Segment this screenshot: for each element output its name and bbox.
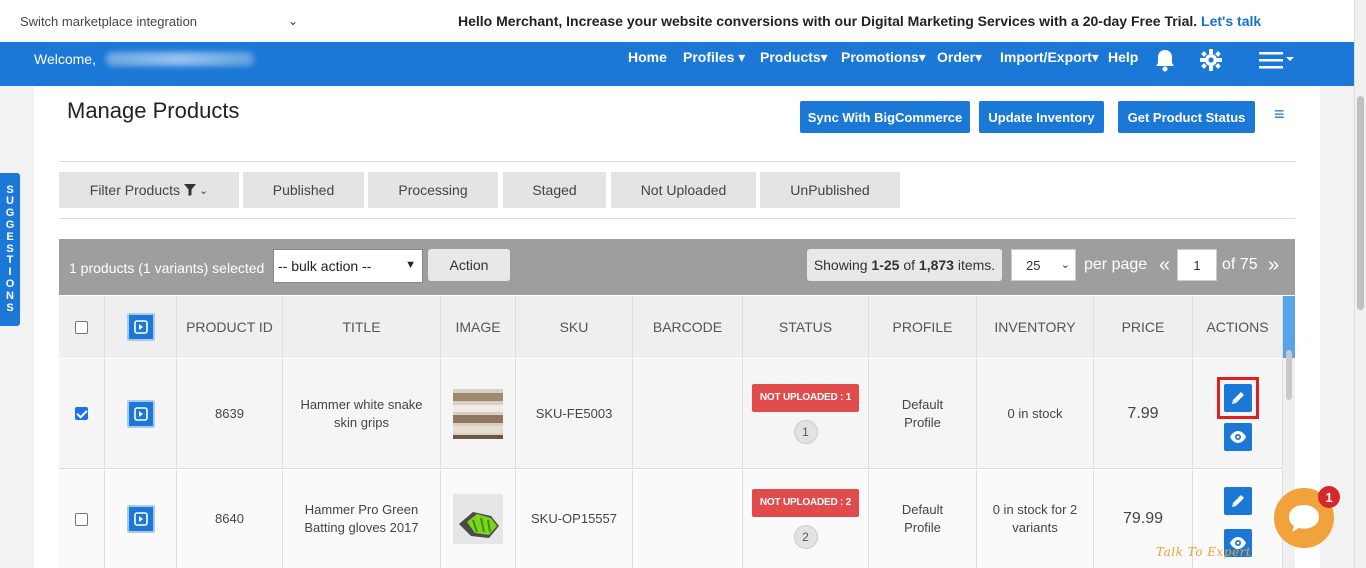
tab-published[interactable]: Published bbox=[243, 172, 364, 208]
header-sku[interactable]: SKU bbox=[516, 296, 633, 358]
row-checkbox[interactable] bbox=[75, 512, 88, 526]
promo-banner: Hello Merchant, Increase your website co… bbox=[458, 13, 1261, 29]
header-select-all[interactable] bbox=[59, 296, 105, 358]
product-image[interactable] bbox=[453, 388, 503, 439]
product-barcode bbox=[633, 470, 743, 568]
main-navbar: Welcome, Home Profiles ▾ Products▾ Promo… bbox=[0, 42, 1354, 86]
tab-unpublished[interactable]: UnPublished bbox=[760, 172, 900, 208]
tab-not-uploaded[interactable]: Not Uploaded bbox=[611, 172, 756, 208]
header-status[interactable]: STATUS bbox=[743, 296, 869, 358]
product-id: 8640 bbox=[177, 470, 283, 568]
nav-products[interactable]: Products▾ bbox=[760, 49, 828, 66]
page-count: of 75 bbox=[1222, 256, 1258, 273]
product-title[interactable]: Hammer white snake skin grips bbox=[283, 359, 441, 469]
edit-button[interactable] bbox=[1223, 487, 1252, 515]
view-button[interactable] bbox=[1223, 422, 1252, 451]
header-actions: ACTIONS bbox=[1193, 296, 1283, 358]
chevron-down-icon: ▼ bbox=[405, 259, 416, 271]
bulk-action-select[interactable]: -- bulk action -- ▼ bbox=[273, 249, 423, 283]
showing-items-info: Showing 1-25 of 1,873 items. bbox=[807, 249, 1002, 281]
nav-profiles[interactable]: Profiles ▾ bbox=[683, 49, 745, 66]
welcome-text: Welcome, bbox=[34, 51, 96, 67]
prev-page-button[interactable]: « bbox=[1159, 254, 1170, 277]
header-profile[interactable]: PROFILE bbox=[869, 296, 977, 358]
nav-promotions[interactable]: Promotions▾ bbox=[841, 49, 926, 66]
tab-staged[interactable]: Staged bbox=[503, 172, 606, 208]
chat-bubble-icon bbox=[1289, 505, 1319, 532]
list-menu-icon[interactable]: ≡ bbox=[1274, 104, 1285, 125]
header-variant-toggle[interactable] bbox=[105, 296, 177, 358]
promo-text: Hello Merchant, Increase your website co… bbox=[458, 13, 1198, 29]
page-number-input[interactable]: 1 bbox=[1177, 249, 1217, 281]
suggestions-tab[interactable]: SUGGESTIONS bbox=[0, 173, 20, 326]
status-count: 1 bbox=[793, 419, 818, 444]
divider bbox=[59, 218, 1295, 219]
table-row[interactable] bbox=[59, 359, 105, 469]
gear-icon[interactable] bbox=[1200, 49, 1222, 76]
header-barcode[interactable]: BARCODE bbox=[633, 296, 743, 358]
top-strip: Switch marketplace integration ⌄ Hello M… bbox=[0, 0, 1354, 42]
talk-to-expert-label[interactable]: Talk To Expert bbox=[1156, 545, 1251, 559]
status-badge: NOT UPLOADED : 1 bbox=[751, 383, 860, 412]
selection-info: 1 products (1 variants) selected bbox=[69, 260, 265, 276]
menu-icon[interactable] bbox=[1259, 51, 1297, 74]
filter-icon bbox=[184, 184, 197, 196]
pencil-icon bbox=[1231, 391, 1244, 404]
product-profile: Default Profile bbox=[869, 359, 977, 469]
product-sku: SKU-FE5003 bbox=[516, 359, 633, 469]
page-scrollbar[interactable] bbox=[1354, 0, 1366, 568]
chevron-down-icon[interactable]: ⌄ bbox=[288, 14, 298, 28]
blurred-username bbox=[106, 52, 254, 66]
pencil-icon bbox=[1231, 495, 1244, 507]
header-inventory[interactable]: INVENTORY bbox=[977, 296, 1094, 358]
select-all-checkbox[interactable] bbox=[75, 320, 88, 334]
nav-help[interactable]: Help bbox=[1108, 49, 1138, 65]
header-image: IMAGE bbox=[441, 296, 516, 358]
eye-icon bbox=[1229, 430, 1246, 443]
product-inventory: 0 in stock bbox=[977, 359, 1094, 469]
marketplace-switch-label[interactable]: Switch marketplace integration bbox=[20, 14, 197, 29]
nav-home[interactable]: Home bbox=[628, 49, 667, 65]
product-barcode bbox=[633, 359, 743, 469]
update-inventory-button[interactable]: Update Inventory bbox=[979, 101, 1104, 133]
tab-processing[interactable]: Processing bbox=[368, 172, 498, 208]
row-checkbox[interactable] bbox=[75, 407, 88, 420]
edit-button[interactable] bbox=[1223, 383, 1252, 412]
chat-notification-badge: 1 bbox=[1318, 486, 1340, 508]
per-page-label: per page bbox=[1084, 256, 1148, 273]
product-image[interactable] bbox=[453, 494, 503, 544]
divider bbox=[59, 161, 1295, 162]
status-badge: NOT UPLOADED : 2 bbox=[751, 489, 860, 517]
product-profile: Default Profile bbox=[869, 470, 977, 568]
product-title[interactable]: Hammer Pro Green Batting gloves 2017 bbox=[283, 470, 441, 568]
expand-variants-icon[interactable] bbox=[126, 505, 155, 533]
table-row[interactable] bbox=[59, 470, 105, 568]
per-page-select[interactable]: 25 ⌄ bbox=[1011, 249, 1076, 281]
get-product-status-button[interactable]: Get Product Status bbox=[1118, 101, 1255, 133]
action-button[interactable]: Action bbox=[428, 249, 510, 281]
sync-bigcommerce-button[interactable]: Sync With BigCommerce bbox=[800, 101, 970, 133]
product-sku: SKU-OP15557 bbox=[516, 470, 633, 568]
chevron-down-icon: ⌄ bbox=[199, 184, 209, 197]
nav-import-export[interactable]: Import/Export▾ bbox=[1000, 49, 1099, 66]
expand-variants-icon[interactable] bbox=[126, 399, 155, 428]
product-inventory: 0 in stock for 2 variants bbox=[977, 470, 1094, 568]
header-price[interactable]: PRICE bbox=[1094, 296, 1193, 358]
chevron-down-icon: ⌄ bbox=[1060, 259, 1070, 271]
product-id: 8639 bbox=[177, 359, 283, 469]
expand-variants-icon[interactable] bbox=[126, 313, 155, 341]
next-page-button[interactable]: » bbox=[1268, 254, 1279, 277]
page-title: Manage Products bbox=[67, 98, 240, 123]
edit-highlight bbox=[1216, 376, 1259, 419]
header-title[interactable]: TITLE bbox=[283, 296, 441, 358]
status-count: 2 bbox=[793, 525, 818, 549]
product-price: 7.99 bbox=[1094, 359, 1193, 469]
nav-order[interactable]: Order▾ bbox=[937, 49, 982, 66]
header-product-id[interactable]: PRODUCT ID bbox=[177, 296, 283, 358]
promo-link[interactable]: Let's talk bbox=[1201, 13, 1261, 29]
bell-icon[interactable] bbox=[1154, 48, 1176, 77]
filter-products-tab[interactable]: Filter Products ⌄ bbox=[59, 172, 239, 208]
